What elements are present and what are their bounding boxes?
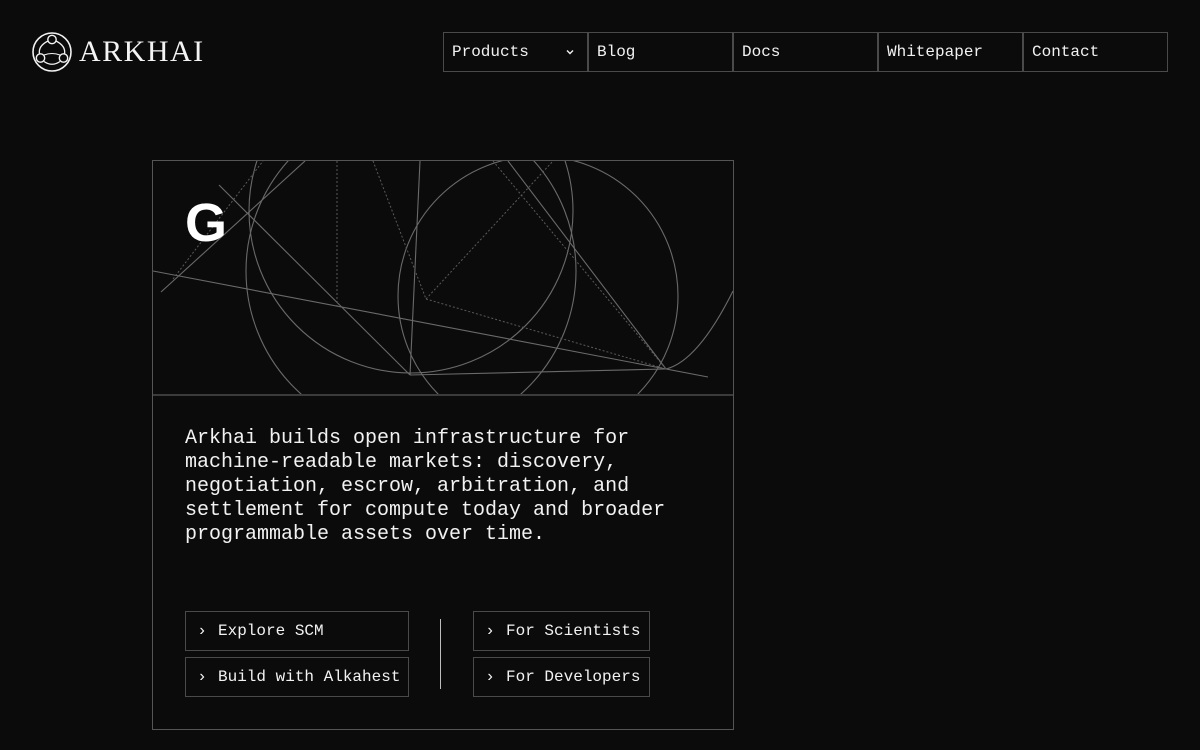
hero-glyph: G <box>185 193 228 253</box>
nav-products-label: Products <box>452 43 529 61</box>
chevron-right-icon: › <box>485 622 495 640</box>
nav-blog-label: Blog <box>597 43 636 61</box>
line-bottom <box>409 368 667 376</box>
for-scientists-button[interactable]: › For Scientists <box>473 611 650 651</box>
nav-blog[interactable]: Blog <box>588 32 733 72</box>
line-diagonal-long <box>153 270 709 378</box>
chevron-right-icon: › <box>197 668 207 686</box>
nav-contact[interactable]: Contact <box>1023 32 1168 72</box>
dotted-diagonal <box>492 161 667 370</box>
nav-docs-label: Docs <box>742 43 781 61</box>
nav-contact-label: Contact <box>1032 43 1100 61</box>
chevron-right-icon: › <box>197 622 207 640</box>
line-top-left <box>160 161 306 293</box>
chevron-right-icon: › <box>485 668 495 686</box>
arc-right <box>397 161 679 394</box>
actions-divider <box>440 619 441 689</box>
for-scientists-label: For Scientists <box>506 622 641 640</box>
geometric-illustration: G <box>153 161 733 396</box>
build-with-alkahest-label: Build with Alkahest <box>218 668 401 686</box>
arc-edge <box>665 290 733 370</box>
arkhai-logo-icon <box>32 32 72 72</box>
for-developers-button[interactable]: › For Developers <box>473 657 650 697</box>
site-header: ARKHAI Products Blog Docs Whitepaper Con… <box>0 0 1200 104</box>
explore-scm-label: Explore SCM <box>218 622 324 640</box>
nav-whitepaper-label: Whitepaper <box>887 43 984 61</box>
chevron-down-icon <box>566 50 574 55</box>
for-developers-label: For Developers <box>506 668 641 686</box>
line-vertical <box>409 161 421 376</box>
build-with-alkahest-button[interactable]: › Build with Alkahest <box>185 657 409 697</box>
brand-name: ARKHAI <box>79 35 205 68</box>
nav-whitepaper[interactable]: Whitepaper <box>878 32 1023 72</box>
hero-description: Arkhai builds open infrastructure for ma… <box>185 427 666 546</box>
dotted-up <box>425 161 554 300</box>
brand-logo[interactable]: ARKHAI <box>32 32 205 72</box>
hero-card: G Arkhai builds open infrastructure for … <box>152 160 734 730</box>
explore-scm-button[interactable]: › Explore SCM <box>185 611 409 651</box>
nav-docs[interactable]: Docs <box>733 32 878 72</box>
line-right-diagonal <box>507 161 667 370</box>
nav-products[interactable]: Products <box>443 32 588 72</box>
geometric-lines-graphic <box>153 161 733 394</box>
main-nav: Products Blog Docs Whitepaper Contact <box>443 32 1168 72</box>
dotted-right <box>425 298 667 370</box>
